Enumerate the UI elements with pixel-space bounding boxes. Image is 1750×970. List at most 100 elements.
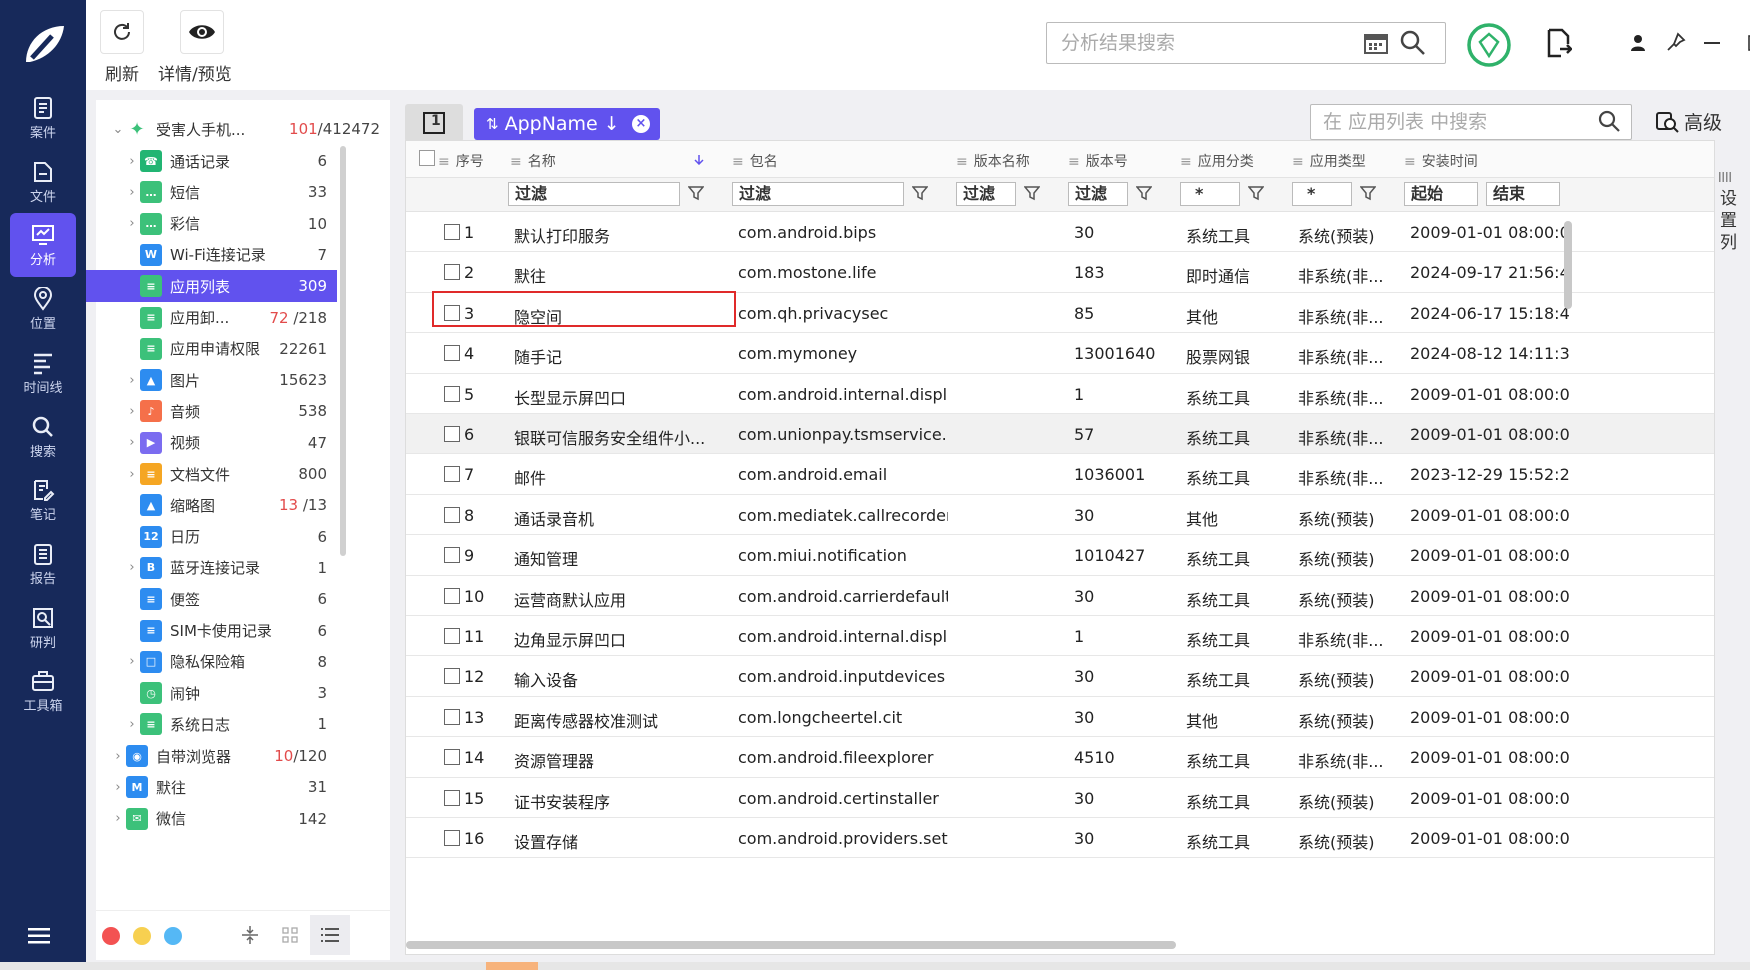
sidebar-item-timeline[interactable]: 时间线 [10, 341, 76, 405]
table-row[interactable]: 3 隐空间 com.qh.privacysec 85 其他 非系统(非... 2024-06… [406, 290, 1714, 334]
columns-icon[interactable] [1718, 172, 1732, 182]
column-menu-icon[interactable]: ≡ [1180, 154, 1192, 170]
calendar-icon[interactable] [1364, 32, 1388, 54]
grid-view-icon[interactable] [282, 927, 298, 943]
column-header[interactable]: ≡ 名称 [510, 151, 556, 171]
tree-item[interactable]: ▲ 缩略图 13 /13 [86, 489, 337, 521]
filter-icon[interactable] [1360, 185, 1376, 201]
filter-icon[interactable] [1248, 185, 1264, 201]
chevron-right-icon[interactable]: › [110, 780, 126, 795]
chevron-right-icon[interactable]: › [110, 811, 126, 826]
chevron-right-icon[interactable]: › [124, 373, 140, 388]
collapse-icon[interactable] [242, 925, 258, 945]
set-columns-button[interactable]: 设置列 [1720, 188, 1738, 254]
advanced-search-button[interactable]: 高级 [1656, 108, 1722, 135]
sidebar-item-case[interactable]: 案件 [10, 86, 76, 150]
table-row[interactable]: 5 长型显示屏凹口 com.android.internal.displ... 1 系统… [406, 374, 1714, 414]
tree-item[interactable]: ›… 彩信 10 [86, 208, 337, 240]
filter-icon[interactable] [1024, 185, 1040, 201]
export-icon[interactable] [1546, 28, 1572, 58]
type-filter[interactable]: * [1292, 182, 1352, 206]
tree-item[interactable]: ≡ 应用列表 309 [86, 270, 337, 303]
chevron-right-icon[interactable]: › [110, 749, 126, 764]
version-name-filter[interactable]: 过滤 [956, 182, 1016, 206]
table-horizontal-scrollbar[interactable] [406, 941, 1176, 949]
name-filter[interactable]: 过滤 [508, 182, 680, 206]
column-header[interactable]: ≡ 版本号 [1068, 151, 1128, 171]
chevron-right-icon[interactable]: › [124, 435, 140, 450]
page-number-button[interactable]: 1 [405, 104, 463, 142]
red-dot[interactable] [102, 927, 120, 945]
tree-item[interactable]: › ▶ 视频 47 [86, 427, 337, 459]
table-row[interactable]: 2 默往 com.mostone.life 183 即时通信 非系统(非... 2024-0… [406, 252, 1714, 293]
sidebar-item-location[interactable]: 位置 [10, 277, 76, 341]
row-checkbox[interactable] [444, 830, 460, 846]
row-checkbox[interactable] [444, 385, 460, 402]
chevron-down-icon[interactable]: ⌄ [110, 122, 126, 137]
column-header[interactable]: ≡ 包名 [732, 151, 778, 171]
row-checkbox[interactable] [444, 628, 460, 644]
filter-icon[interactable] [1136, 185, 1152, 201]
chevron-right-icon[interactable]: › [124, 654, 140, 669]
sidebar-item-toolbox[interactable]: 工具箱 [10, 659, 76, 723]
tree-item[interactable]: ≡ 应用卸... 72 /218 [86, 302, 337, 334]
chevron-right-icon[interactable]: › [124, 216, 140, 231]
tree-scrollbar[interactable] [340, 146, 346, 556]
end-date-filter[interactable]: 结束 [1486, 182, 1560, 206]
tree-root-device[interactable]: ⌄ ✦ 受害人手机... 101/412472 [110, 113, 390, 145]
column-menu-icon[interactable]: ≡ [732, 154, 744, 170]
minimize-icon[interactable] [1704, 42, 1720, 44]
table-row[interactable]: 4 随手记 com.mymoney 13001640 股票网银 非系统(非... 2024-… [406, 333, 1714, 374]
sidebar-item-judge[interactable]: 研判 [10, 596, 76, 660]
chevron-right-icon[interactable]: › [124, 467, 140, 482]
table-row[interactable]: 13 距离传感器校准测试 com.longcheertel.cit 30 其他 系统(预装… [406, 697, 1714, 738]
row-checkbox[interactable] [444, 466, 460, 483]
pin-icon[interactable] [1666, 32, 1686, 52]
table-row[interactable]: 8 通话录音机 com.mediatek.callrecorder 30 其他 系统(预装… [406, 495, 1714, 536]
row-checkbox[interactable] [444, 789, 460, 806]
row-checkbox[interactable] [444, 708, 460, 725]
row-checkbox[interactable] [444, 264, 460, 281]
shield-status-icon[interactable] [1466, 22, 1512, 68]
filter-icon[interactable] [912, 185, 928, 201]
filter-icon[interactable] [688, 185, 704, 201]
sidebar-item-file[interactable]: 文件 [10, 150, 76, 214]
row-checkbox[interactable] [444, 749, 460, 766]
tree-item[interactable]: ›… 短信 33 [86, 176, 337, 208]
package-filter[interactable]: 过滤 [732, 182, 904, 206]
table-row[interactable]: 1 默认打印服务 com.android.bips 30 系统工具 系统(预装) 2009-… [406, 212, 1714, 253]
version-code-filter[interactable]: 过滤 [1068, 182, 1128, 206]
tree-item[interactable]: › ▲ 图片 15623 [86, 364, 337, 396]
column-menu-icon[interactable]: ≡ [956, 154, 968, 170]
list-view-button[interactable] [310, 915, 350, 955]
sidebar-item-note[interactable]: 笔记 [10, 468, 76, 532]
search-icon[interactable] [1400, 30, 1426, 56]
column-menu-icon[interactable]: ≡ [1292, 154, 1304, 170]
row-checkbox[interactable] [444, 345, 460, 362]
chevron-right-icon[interactable]: › [124, 185, 140, 200]
tree-item[interactable]: › ♪ 音频 538 [86, 395, 337, 427]
blue-dot[interactable] [164, 927, 182, 945]
chip-close-icon[interactable]: × [632, 115, 650, 133]
column-menu-icon[interactable]: ≡ [438, 154, 450, 170]
tree-item[interactable]: 12 日历 6 [86, 521, 337, 553]
tree-app-item[interactable]: › ◉ 自带浏览器 10/120 [110, 740, 337, 772]
sort-desc-icon[interactable] [694, 155, 704, 165]
tree-item[interactable]: ≡ 应用申请权限 22261 [86, 333, 337, 365]
row-checkbox[interactable] [444, 426, 460, 442]
table-row[interactable]: 9 通知管理 com.miui.notification 1010427 系统工具 系统(… [406, 535, 1714, 576]
yellow-dot[interactable] [133, 927, 151, 945]
sidebar-item-analysis[interactable]: 分析 [10, 213, 76, 278]
search-icon[interactable] [1598, 110, 1620, 132]
table-row[interactable]: 7 邮件 com.android.email 1036001 系统工具 非系统(非... 2… [406, 454, 1714, 495]
column-menu-icon[interactable]: ≡ [510, 154, 522, 170]
row-checkbox[interactable] [444, 506, 460, 523]
table-row[interactable]: 14 资源管理器 com.android.fileexplorer 4510 系统工具 非… [406, 737, 1714, 778]
tree-item[interactable]: › ☎ 通话记录 6 [86, 145, 337, 177]
table-row[interactable]: 16 设置存储 com.android.providers.sett 30 系统工具 系统… [406, 818, 1714, 859]
sort-chip[interactable]: ⇅ AppName ↓ × [474, 108, 660, 140]
row-checkbox[interactable] [444, 224, 460, 240]
user-icon[interactable] [1630, 34, 1646, 52]
table-row[interactable]: 12 输入设备 com.android.inputdevices 30 系统工具 系统(预… [406, 656, 1714, 697]
chevron-right-icon[interactable]: › [124, 560, 140, 575]
